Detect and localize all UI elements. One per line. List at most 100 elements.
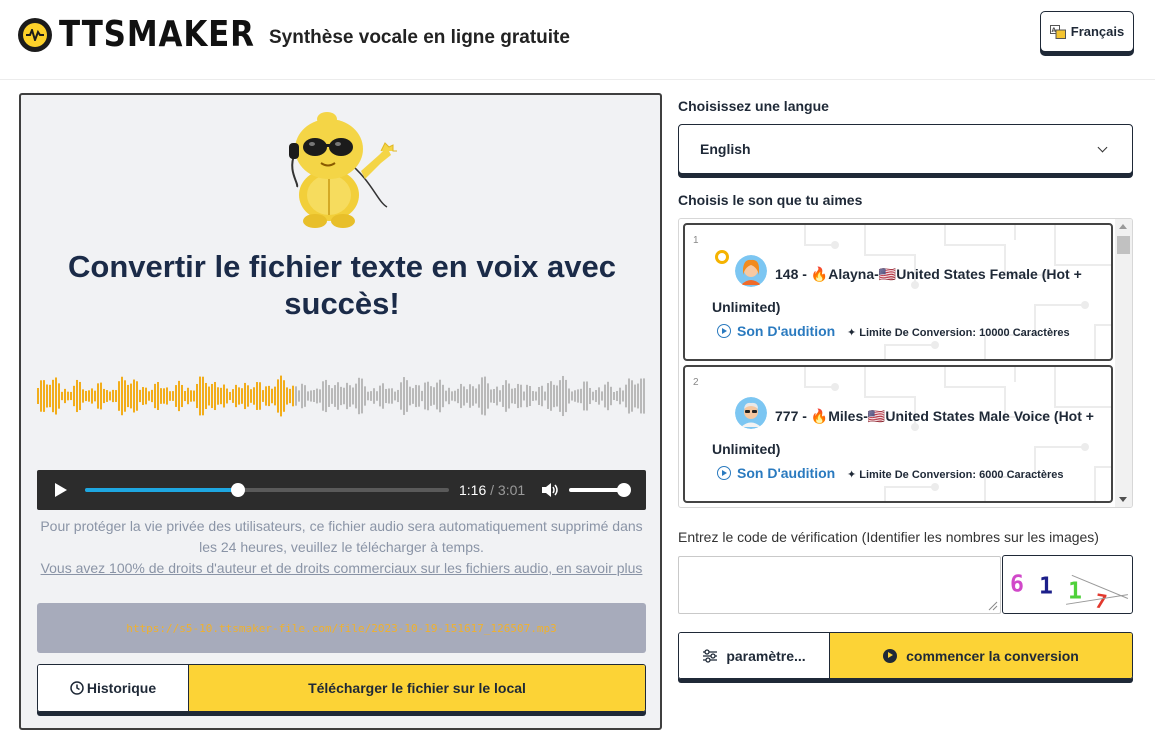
ttsmaker-logo[interactable]: TTSMAKER: [18, 14, 287, 55]
waveform-bar: [64, 388, 66, 404]
waveform-bar: [313, 390, 315, 402]
sparkle-icon: ✦: [847, 469, 860, 481]
audition-label: Son D'audition: [737, 323, 836, 339]
settings-button[interactable]: paramètre...: [679, 633, 830, 678]
waveform-bar: [511, 388, 513, 404]
waveform-bar: [430, 386, 432, 406]
waveform-bar: [421, 390, 423, 402]
waveform-bar: [247, 385, 249, 407]
waveform-bar: [460, 383, 462, 409]
seek-bar[interactable]: [85, 483, 449, 497]
audio-waveform[interactable]: [37, 361, 647, 431]
waveform-bar: [139, 389, 141, 403]
waveform-bar: [391, 388, 393, 404]
scroll-down-arrow-icon[interactable]: [1119, 497, 1127, 502]
top-header: TTSMAKER Synthèse vocale en ligne gratui…: [0, 0, 1155, 80]
waveform-bar: [241, 388, 243, 404]
waveform-bar: [85, 390, 87, 402]
captcha-image[interactable]: 6 1 1 7: [1002, 555, 1133, 614]
waveform-bar: [616, 390, 618, 402]
settings-button-label: paramètre...: [726, 647, 806, 664]
waveform-bar: [151, 389, 153, 403]
waveform-bar: [541, 385, 543, 407]
waveform-bar: [91, 388, 93, 404]
waveform-bar: [163, 388, 165, 404]
copyright-learn-more-link[interactable]: Vous avez 100% de droits d'auteur et de …: [41, 560, 643, 576]
voice-list[interactable]: 1 148 - 🔥Alayna-🇺🇸United States Female (…: [678, 218, 1133, 508]
volume-handle[interactable]: [617, 483, 631, 497]
history-button[interactable]: Historique: [38, 665, 189, 711]
waveform-bar: [220, 387, 222, 405]
waveform-bar: [466, 389, 468, 403]
language-select[interactable]: English: [678, 124, 1133, 174]
waveform-bar: [289, 388, 291, 404]
audio-file-url[interactable]: https://s5-10.ttsmaker-file.com/file/202…: [37, 603, 646, 653]
waveform-bar: [589, 387, 591, 405]
voice-index: 1: [693, 235, 699, 246]
waveform-bar: [325, 379, 327, 413]
scroll-thumb[interactable]: [1117, 236, 1130, 254]
seek-handle[interactable]: [230, 483, 245, 497]
waveform-bar: [331, 388, 333, 404]
waveform-bar: [277, 379, 279, 413]
voice-card[interactable]: 2 777 - 🔥Miles-🇺🇸United States Male Voic…: [683, 365, 1113, 503]
waveform-bar: [337, 382, 339, 410]
waveform-bar: [226, 388, 228, 404]
language-selected-value: English: [700, 141, 751, 157]
waveform-bar: [625, 384, 627, 408]
waveform-bar: [382, 383, 384, 409]
waveform-bar: [232, 389, 234, 403]
waveform-bar: [166, 387, 168, 405]
volume-icon[interactable]: [541, 482, 559, 498]
waveform-bar: [424, 382, 426, 410]
waveform-bar: [637, 383, 639, 409]
waveform-bar: [448, 387, 450, 405]
play-icon[interactable]: [55, 483, 67, 497]
waveform-bar: [349, 385, 351, 407]
language-switch-label: Français: [1070, 24, 1125, 39]
verification-code-input[interactable]: [678, 556, 1001, 614]
waveform-bar: [559, 380, 561, 412]
sliders-icon: [703, 648, 718, 663]
waveform-bar: [553, 384, 555, 408]
waveform-bar: [310, 390, 312, 402]
voice-card[interactable]: 1 148 - 🔥Alayna-🇺🇸United States Female (…: [683, 223, 1113, 361]
waveform-bar: [304, 385, 306, 407]
waveform-bar: [76, 379, 78, 413]
waveform-bar: [472, 386, 474, 406]
waveform-bar: [88, 390, 90, 402]
waveform-bar: [97, 383, 99, 409]
waveform-bar: [40, 380, 42, 412]
language-switch-button[interactable]: A Français: [1040, 11, 1134, 52]
start-conversion-button[interactable]: commencer la conversion: [830, 633, 1132, 678]
waveform-bar: [130, 383, 132, 409]
waveform-bar: [529, 385, 531, 407]
play-circle-icon: [883, 648, 898, 663]
waveform-bar: [607, 381, 609, 411]
waveform-bar: [109, 391, 111, 401]
waveform-bar: [286, 387, 288, 405]
audition-button[interactable]: Son D'audition: [717, 323, 835, 339]
waveform-bar: [112, 389, 114, 403]
waveform-bar: [253, 387, 255, 405]
scroll-up-arrow-icon[interactable]: [1119, 224, 1127, 229]
waveform-bar: [496, 386, 498, 406]
voice-list-scrollbar[interactable]: [1115, 219, 1132, 507]
waveform-bar: [514, 388, 516, 404]
waveform-bar: [571, 391, 573, 401]
waveform-bar: [94, 390, 96, 402]
logo-waveform-icon: [18, 17, 52, 52]
waveform-bar: [481, 377, 483, 415]
waveform-bar: [298, 390, 300, 402]
waveform-bar: [58, 383, 60, 409]
audition-button[interactable]: Son D'audition: [717, 465, 835, 481]
waveform-bar: [454, 390, 456, 402]
download-button[interactable]: Télécharger le fichier sur le local: [189, 665, 645, 711]
waveform-bar: [193, 390, 195, 402]
resize-grip-icon[interactable]: [987, 600, 998, 611]
language-label: Choisissez une langue: [678, 98, 829, 114]
waveform-bar: [154, 383, 156, 409]
captcha-digit: 1: [1039, 573, 1053, 600]
waveform-bar: [622, 390, 624, 402]
captcha-digit: 1: [1068, 578, 1082, 605]
